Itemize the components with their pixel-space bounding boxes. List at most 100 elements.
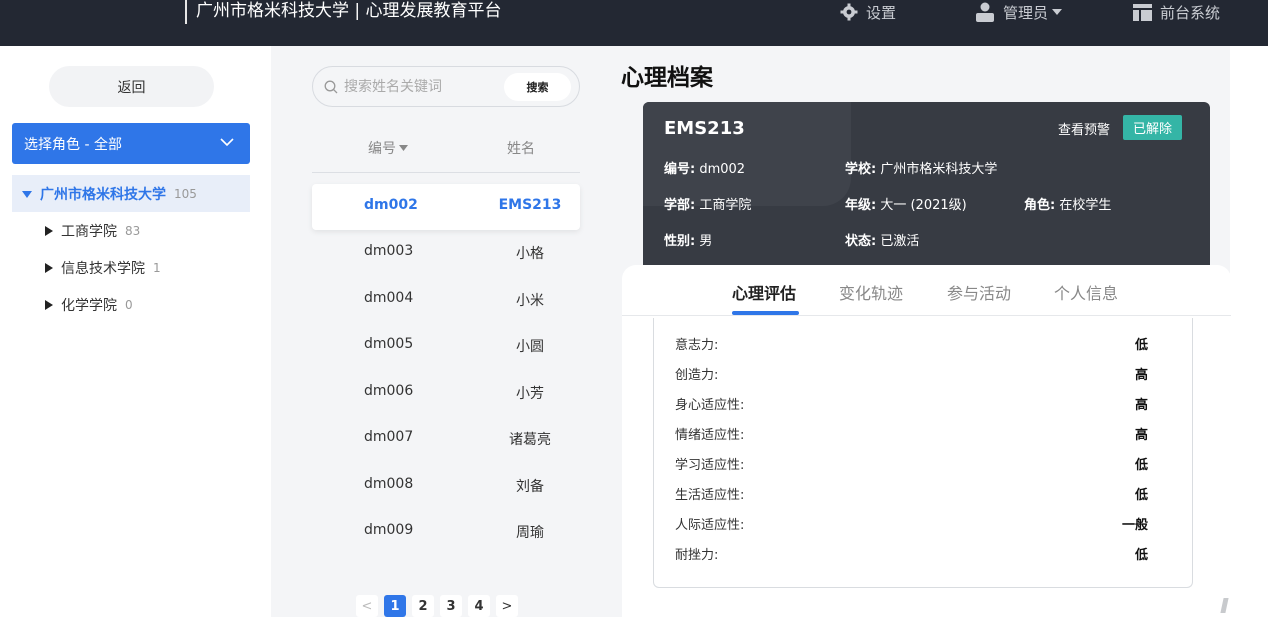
row-id: dm008 [364, 476, 414, 492]
eval-row: 情绪适应性: 高 [675, 424, 1148, 444]
page-button[interactable]: 2 [412, 595, 434, 617]
field-label: 性别: [664, 234, 696, 249]
org-sidebar: 返回 选择角色 - 全部 广州市格米科技大学 105 工商学院 83 信息技术学… [0, 46, 271, 617]
list-row[interactable]: dm007 诸葛亮 [312, 416, 580, 462]
field-gender: 性别: 男 [664, 230, 712, 249]
eval-row: 生活适应性: 低 [675, 484, 1148, 504]
row-name: EMS213 [498, 197, 562, 213]
field-school: 学校: 广州市格米科技大学 [845, 158, 997, 177]
top-bar: 广州市格米科技大学 | 心理发展教育平台 设置 管理员 前台系统 [0, 0, 1268, 46]
view-warning-link[interactable]: 查看预警 [1058, 119, 1110, 138]
eval-value: 高 [1134, 398, 1148, 413]
eval-label: 学习适应性: [675, 458, 745, 473]
eval-row: 意志力: 低 [675, 334, 1148, 354]
eval-label: 情绪适应性: [675, 428, 745, 443]
front-system-label: 前台系统 [1160, 3, 1221, 22]
gear-icon [840, 3, 858, 21]
search-input[interactable] [344, 77, 494, 97]
prev-page-button[interactable]: < [356, 595, 378, 617]
list-row[interactable]: dm003 小格 [312, 230, 580, 276]
field-value: 男 [699, 234, 713, 249]
eval-label: 生活适应性: [675, 488, 745, 503]
list-row[interactable]: dm002 EMS213 [312, 184, 580, 230]
row-name: 小米 [516, 293, 544, 309]
row-name: 周瑜 [516, 525, 544, 541]
admin-label: 管理员 [1003, 3, 1049, 22]
tree-node-dept[interactable]: 工商学院 83 [45, 219, 140, 243]
page-title: 心理档案 [621, 65, 713, 91]
user-icon [976, 2, 994, 22]
field-label: 状态: [845, 234, 877, 249]
row-name: 小芳 [516, 386, 544, 402]
tab-personal-info[interactable]: 个人信息 [1054, 280, 1118, 304]
eval-value: 低 [1134, 458, 1148, 473]
tab-trajectory[interactable]: 变化轨迹 [839, 280, 903, 304]
tree-node-count: 1 [153, 261, 161, 275]
tree-node-label: 广州市格米科技大学 [40, 186, 166, 203]
window-icon [1133, 3, 1152, 21]
column-header-id[interactable]: 编号 [368, 138, 408, 158]
status-badge: 已解除 [1123, 115, 1182, 140]
caret-right-icon [45, 300, 53, 310]
field-state: 状态: 已激活 [845, 230, 919, 249]
field-label: 角色: [1024, 198, 1056, 213]
field-value: 广州市格米科技大学 [880, 162, 998, 177]
back-button[interactable]: 返回 [49, 66, 214, 107]
settings-link[interactable]: 设置 [840, 0, 896, 24]
row-name: 小格 [516, 246, 544, 262]
profile-name: EMS213 [664, 118, 745, 139]
profile-card: EMS213 查看预警 已解除 编号: dm002 学校: 广州市格米科技大学 … [643, 102, 1210, 277]
tree-node-dept[interactable]: 化学学院 0 [45, 293, 133, 317]
page-button[interactable]: 4 [468, 595, 490, 617]
field-grade: 年级: 大一 (2021级) [845, 194, 967, 213]
eval-label: 意志力: [675, 338, 719, 353]
eval-value: 低 [1134, 488, 1148, 503]
eval-row: 耐挫力: 低 [675, 544, 1148, 564]
column-header-label: 编号 [368, 141, 396, 157]
list-row[interactable]: dm009 周瑜 [312, 509, 580, 555]
right-margin [1230, 46, 1268, 617]
field-value: 已激活 [880, 234, 920, 249]
active-tab-indicator [732, 311, 799, 315]
eval-row: 身心适应性: 高 [675, 394, 1148, 414]
eval-label: 创造力: [675, 368, 719, 383]
tree-node-dept[interactable]: 信息技术学院 1 [45, 256, 161, 280]
list-row[interactable]: dm005 小圆 [312, 323, 580, 369]
tree-node-school[interactable]: 广州市格米科技大学 105 [12, 175, 250, 212]
tab-evaluation[interactable]: 心理评估 [732, 280, 796, 304]
field-value: 大一 (2021级) [880, 198, 967, 213]
eval-row: 创造力: 高 [675, 364, 1148, 384]
page-button[interactable]: 1 [384, 595, 406, 617]
search-button[interactable]: 搜索 [504, 73, 571, 101]
row-id: dm005 [364, 336, 414, 352]
student-list-panel: 搜索 编号 姓名 dm002 EMS213 dm003 小格 dm004 小米 … [271, 46, 621, 617]
tree-node-count: 0 [125, 298, 133, 312]
row-id: dm009 [364, 522, 414, 538]
page-button[interactable]: 3 [440, 595, 462, 617]
list-row[interactable]: dm008 刘备 [312, 463, 580, 509]
field-label: 学部: [664, 198, 696, 213]
row-name: 小圆 [516, 339, 544, 355]
eval-value: 低 [1134, 338, 1148, 353]
eval-label: 人际适应性: [675, 518, 745, 533]
admin-menu[interactable]: 管理员 [975, 0, 1063, 24]
field-label: 年级: [845, 198, 877, 213]
title-divider [185, 0, 187, 24]
header-divider [312, 172, 580, 173]
eval-value: 高 [1134, 428, 1148, 443]
field-role: 角色: 在校学生 [1024, 194, 1111, 213]
search-icon [324, 80, 338, 94]
chevron-down-icon [220, 138, 234, 147]
tab-activities[interactable]: 参与活动 [947, 280, 1011, 304]
list-row[interactable]: dm006 小芳 [312, 370, 580, 416]
front-system-link[interactable]: 前台系统 [1133, 0, 1220, 24]
role-select[interactable]: 选择角色 - 全部 [12, 123, 250, 164]
caret-right-icon [45, 263, 53, 273]
list-row[interactable]: dm004 小米 [312, 277, 580, 323]
eval-value: 高 [1134, 368, 1148, 383]
tree-node-count: 105 [174, 186, 197, 201]
next-page-button[interactable]: > [496, 595, 518, 617]
eval-row: 学习适应性: 低 [675, 454, 1148, 474]
field-dept: 学部: 工商学院 [664, 194, 751, 213]
eval-value: 低 [1134, 548, 1148, 563]
